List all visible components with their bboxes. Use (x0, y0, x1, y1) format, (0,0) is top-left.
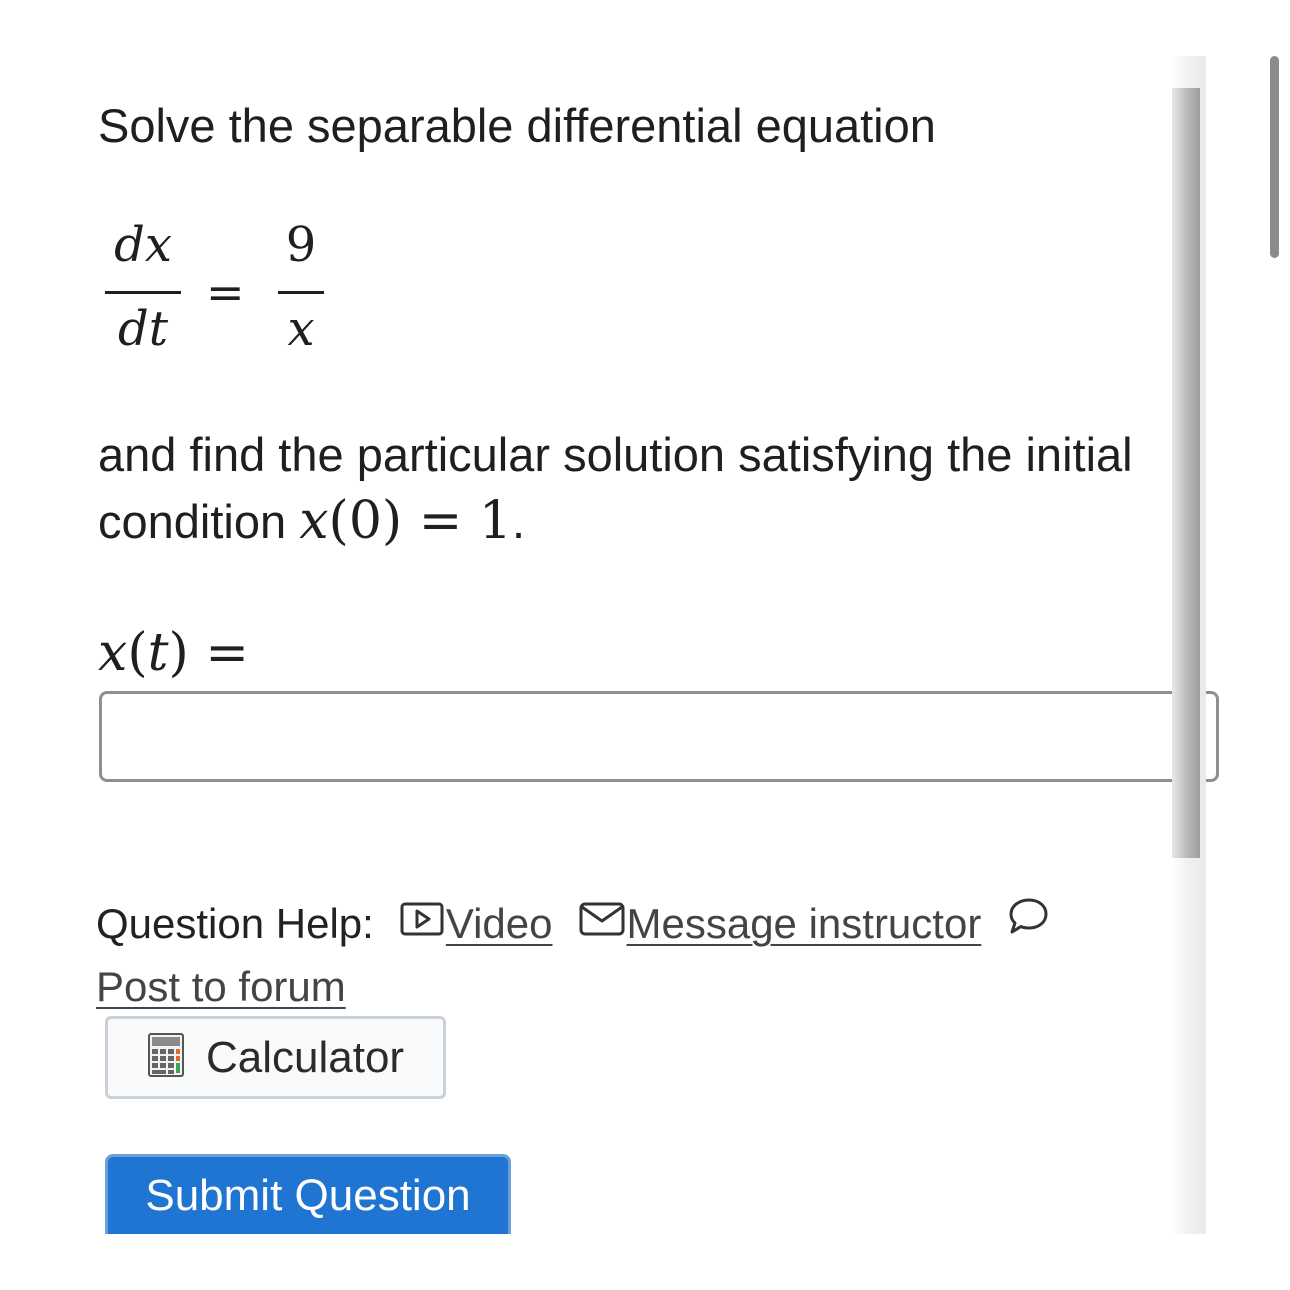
fraction-bar-left (105, 291, 181, 294)
question-intro: Solve the separable differential equatio… (98, 99, 936, 152)
video-icon (400, 892, 444, 952)
post-to-forum-link[interactable]: Post to forum (96, 963, 346, 1010)
lhs-denominator: dt (117, 301, 168, 357)
message-instructor-link[interactable]: Message instructor (627, 900, 982, 947)
question-help-label: Question Help: (96, 900, 374, 947)
message-icon (579, 892, 625, 952)
condition-sentence: and find the particular solution satisfy… (98, 428, 1133, 548)
condition-arg: 0 (348, 491, 382, 551)
fraction-bar-right (278, 291, 324, 294)
calculator-icon (148, 1033, 184, 1082)
condition-open-paren: ( (328, 491, 349, 551)
forum-icon (1007, 892, 1049, 952)
equals-sign: = (206, 265, 245, 319)
question-condition-text: and find the particular solution satisfy… (98, 422, 1158, 555)
answer-open-paren: ( (127, 623, 148, 683)
question-page: Solve the separable differential equatio… (0, 0, 1290, 1290)
answer-arg: t (147, 623, 169, 683)
condition-equals: = (402, 491, 479, 551)
condition-period: . (511, 495, 526, 548)
condition-value: 1 (478, 491, 512, 551)
answer-label: x(t) = (98, 618, 249, 688)
differential-equation: dx dt = 9 x (100, 215, 360, 365)
submit-question-button[interactable]: Submit Question (105, 1154, 511, 1234)
condition-fn: x (299, 491, 329, 551)
inner-scrollbar[interactable] (1172, 88, 1200, 858)
answer-input[interactable] (99, 691, 1219, 782)
video-link[interactable]: Video (446, 900, 553, 947)
condition-close-paren: ) (381, 491, 403, 551)
lhs-numerator: dx (114, 217, 172, 273)
calculator-button[interactable]: Calculator (105, 1016, 446, 1099)
rhs-denominator: x (287, 301, 315, 357)
rhs-numerator: 9 (285, 217, 317, 273)
rhs-fraction: 9 x (278, 215, 324, 365)
answer-equals: = (188, 623, 249, 683)
answer-fn: x (98, 623, 128, 683)
answer-close-paren: ) (168, 623, 189, 683)
calculator-label: Calculator (206, 1032, 405, 1082)
page-scrollbar-thumb[interactable] (1270, 56, 1279, 258)
initial-condition: x(0) = 1 (299, 491, 512, 551)
question-help: Question Help: Video Message instructor Pos… (96, 894, 1176, 1017)
lhs-fraction: dx dt (105, 215, 181, 365)
